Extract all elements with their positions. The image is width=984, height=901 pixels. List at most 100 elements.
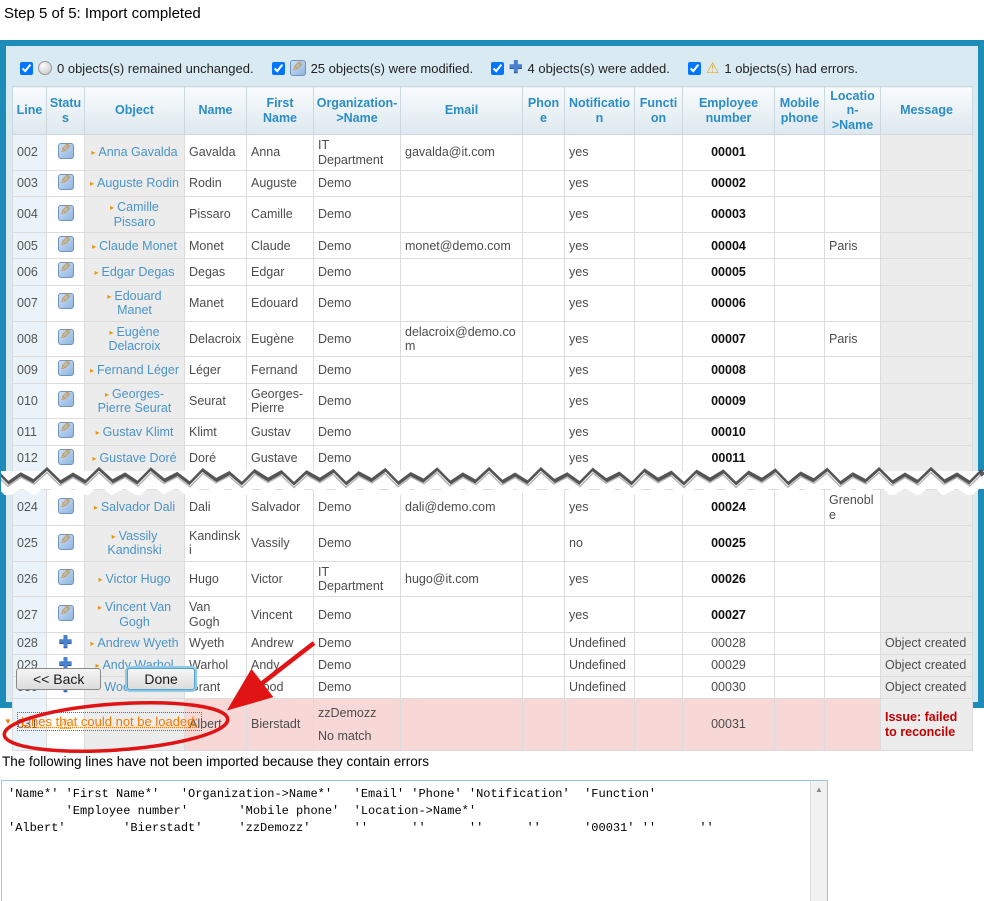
function-cell bbox=[635, 357, 683, 383]
added-checkbox[interactable] bbox=[491, 62, 504, 75]
dump-scrollbar[interactable]: ▲ bbox=[810, 781, 827, 901]
line-cell: 009 bbox=[13, 357, 47, 383]
mobile-cell bbox=[775, 561, 825, 597]
line-cell: 011 bbox=[13, 419, 47, 445]
object-link[interactable]: Gustav Klimt bbox=[103, 425, 174, 439]
location-cell: Paris bbox=[825, 321, 881, 357]
object-bullet-icon: ▸ bbox=[95, 268, 99, 277]
org-value: IT Department bbox=[318, 138, 396, 167]
location-cell bbox=[825, 285, 881, 321]
table-row-line-009: 009✎▸Fernand LégerLégerFernandDemoyes000… bbox=[13, 357, 973, 383]
modified-checkbox[interactable] bbox=[272, 62, 285, 75]
table-row-line-028: 028✚▸Andrew WyethWyethAndrewDemoUndefine… bbox=[13, 633, 973, 655]
summary-added: ✚ 4 objects(s) were added. bbox=[491, 61, 670, 76]
employee-number-cell: 00009 bbox=[683, 383, 775, 419]
mobile-cell bbox=[775, 285, 825, 321]
org-value: Demo bbox=[318, 176, 396, 190]
column-header-function: Function bbox=[635, 87, 683, 135]
location-cell bbox=[825, 197, 881, 233]
employee-number-value: 00005 bbox=[711, 265, 746, 279]
object-link[interactable]: Eugène Delacroix bbox=[108, 325, 160, 353]
lines-not-loaded-link[interactable]: Lines that could not be loaded: bbox=[17, 712, 202, 731]
first-name-cell: Gustav bbox=[247, 419, 314, 445]
notification-cell: yes bbox=[565, 259, 635, 285]
phone-cell bbox=[523, 383, 565, 419]
org-value: Demo bbox=[318, 500, 396, 514]
phone-cell bbox=[523, 357, 565, 383]
employee-number-cell: 00030 bbox=[683, 677, 775, 699]
employee-number-value: 00024 bbox=[711, 500, 746, 514]
modified-pencil-icon: ✎ bbox=[58, 569, 74, 585]
org-value: Demo bbox=[318, 658, 396, 672]
object-link[interactable]: Anna Gavalda bbox=[98, 145, 177, 159]
org-cell: Demo bbox=[314, 525, 401, 561]
object-bullet-icon: ▸ bbox=[109, 328, 113, 337]
object-link[interactable]: Claude Monet bbox=[99, 239, 177, 253]
message-value: Object created bbox=[885, 636, 966, 650]
back-button[interactable]: << Back bbox=[16, 668, 101, 690]
mobile-cell bbox=[775, 677, 825, 699]
import-wizard-page: Step 5 of 5: Import completed 0 objects(… bbox=[0, 0, 984, 901]
object-link[interactable]: Auguste Rodin bbox=[97, 176, 179, 190]
modified-pencil-icon: ✎ bbox=[58, 205, 74, 221]
object-bullet-icon: ▸ bbox=[94, 503, 98, 512]
phone-cell bbox=[523, 597, 565, 633]
object-cell: ▸Vincent Van Gogh bbox=[85, 597, 185, 633]
object-bullet-icon: ▸ bbox=[91, 148, 95, 157]
modified-label: 25 objects(s) were modified. bbox=[311, 61, 474, 76]
modified-pencil-icon: ✎ bbox=[58, 143, 74, 159]
function-cell bbox=[635, 321, 683, 357]
org-reconcile-note: No match bbox=[318, 729, 396, 743]
employee-number-cell: 00005 bbox=[683, 259, 775, 285]
phone-cell bbox=[523, 633, 565, 655]
error-dump-box[interactable]: 'Name*' 'First Name*' 'Organization->Nam… bbox=[1, 780, 828, 901]
line-cell: 026 bbox=[13, 561, 47, 597]
object-link[interactable]: Salvador Dali bbox=[101, 500, 175, 514]
object-link[interactable]: Fernand Léger bbox=[97, 363, 179, 377]
email-cell bbox=[401, 419, 523, 445]
object-link[interactable]: Camille Pissaro bbox=[114, 200, 159, 228]
org-cell: Demo bbox=[314, 633, 401, 655]
first-name-cell: Georges-Pierre bbox=[247, 383, 314, 419]
object-bullet-icon: ▸ bbox=[105, 390, 109, 399]
modified-pencil-icon: ✎ bbox=[58, 422, 74, 438]
object-link[interactable]: Vincent Van Gogh bbox=[105, 600, 171, 628]
phone-cell bbox=[523, 699, 565, 751]
email-cell: gavalda@it.com bbox=[401, 135, 523, 171]
object-link[interactable]: Gustave Doré bbox=[99, 451, 176, 465]
errors-checkbox[interactable] bbox=[688, 62, 701, 75]
notification-cell: yes bbox=[565, 321, 635, 357]
notification-cell bbox=[565, 699, 635, 751]
modified-pencil-icon: ✎ bbox=[58, 262, 74, 278]
object-bullet-icon: ▸ bbox=[90, 179, 94, 188]
object-link[interactable]: Edgar Degas bbox=[102, 265, 175, 279]
object-bullet-icon: ▸ bbox=[92, 242, 96, 251]
first-name-cell: Vincent bbox=[247, 597, 314, 633]
error-warning-icon: ⚠ bbox=[706, 61, 719, 76]
done-button[interactable]: Done bbox=[127, 668, 194, 690]
object-cell: ▸Fernand Léger bbox=[85, 357, 185, 383]
notification-cell: yes bbox=[565, 197, 635, 233]
object-link[interactable]: Edouard Manet bbox=[114, 289, 161, 317]
object-link[interactable]: Victor Hugo bbox=[105, 572, 170, 586]
table-row-line-010: 010✎▸Georges-Pierre SeuratSeuratGeorges-… bbox=[13, 383, 973, 419]
email-cell bbox=[401, 677, 523, 699]
function-cell bbox=[635, 383, 683, 419]
unchanged-checkbox[interactable] bbox=[20, 62, 33, 75]
status-cell: ✚ bbox=[47, 633, 85, 655]
table-header: Line Status Object Name First Name Organ… bbox=[13, 87, 973, 135]
email-cell bbox=[401, 197, 523, 233]
employee-number-cell: 00004 bbox=[683, 233, 775, 259]
function-cell bbox=[635, 135, 683, 171]
column-header-phone: Phone bbox=[523, 87, 565, 135]
phone-cell bbox=[523, 170, 565, 196]
object-link[interactable]: Andrew Wyeth bbox=[97, 636, 178, 650]
object-bullet-icon: ▸ bbox=[96, 428, 100, 437]
status-cell: ✎ bbox=[47, 285, 85, 321]
table-row-line-008: 008✎▸Eugène DelacroixDelacroixEugèneDemo… bbox=[13, 321, 973, 357]
email-cell bbox=[401, 285, 523, 321]
function-cell bbox=[635, 233, 683, 259]
employee-number-value: 00003 bbox=[711, 207, 746, 221]
line-cell: 008 bbox=[13, 321, 47, 357]
phone-cell bbox=[523, 321, 565, 357]
